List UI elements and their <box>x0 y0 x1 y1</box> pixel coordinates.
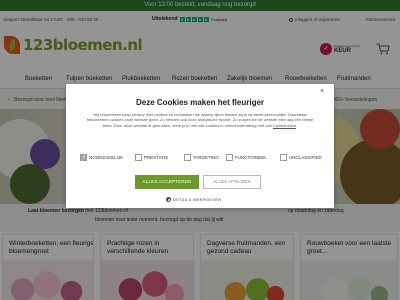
cookie-policy-link[interactable]: Cookiebeleid <box>273 123 296 128</box>
checkbox-noodzakelijk[interactable]: NOODZAKELIJK <box>80 154 123 161</box>
checkbox-label: TARGETING <box>193 155 219 160</box>
cookie-title: Deze Cookies maken het fleuriger <box>135 98 265 107</box>
cookie-body: Wij respecteren jouw privacy. Met cookie… <box>86 112 314 128</box>
checkbox-targeting[interactable]: TARGETING <box>184 154 219 161</box>
checkbox-prestatie[interactable]: PRESTATIE <box>135 154 168 161</box>
checkbox-label: PRESTATIE <box>144 155 169 160</box>
checkbox-unclassified[interactable]: UNCLASSIFIED <box>280 154 322 161</box>
checkbox-icon <box>280 154 287 161</box>
checkbox-icon <box>135 154 142 161</box>
details-label: DETAILS WEERGEVEN <box>173 197 222 202</box>
checkbox-icon <box>226 154 233 161</box>
checkbox-checked-icon <box>80 154 87 161</box>
accept-all-button[interactable]: ALLES ACCEPTEREN <box>135 175 199 189</box>
cookie-consent-dialog: × Deze Cookies maken het fleuriger Wij r… <box>66 84 334 208</box>
checkbox-label: UNCLASSIFIED <box>289 155 322 160</box>
gear-icon <box>166 197 171 202</box>
decline-all-button[interactable]: ALLES AFWIJZEN <box>203 175 261 189</box>
checkbox-functioneel[interactable]: FUNCTIONEEL <box>226 154 267 161</box>
checkbox-label: FUNCTIONEEL <box>235 155 267 160</box>
cookie-categories: NOODZAKELIJK PRESTATIE TARGETING FUNCTIO… <box>80 154 322 162</box>
close-icon[interactable]: × <box>320 88 324 95</box>
show-details-link[interactable]: DETAILS WEERGEVEN <box>166 197 222 202</box>
checkbox-icon <box>184 154 191 161</box>
checkbox-label: NOODZAKELIJK <box>89 155 124 160</box>
